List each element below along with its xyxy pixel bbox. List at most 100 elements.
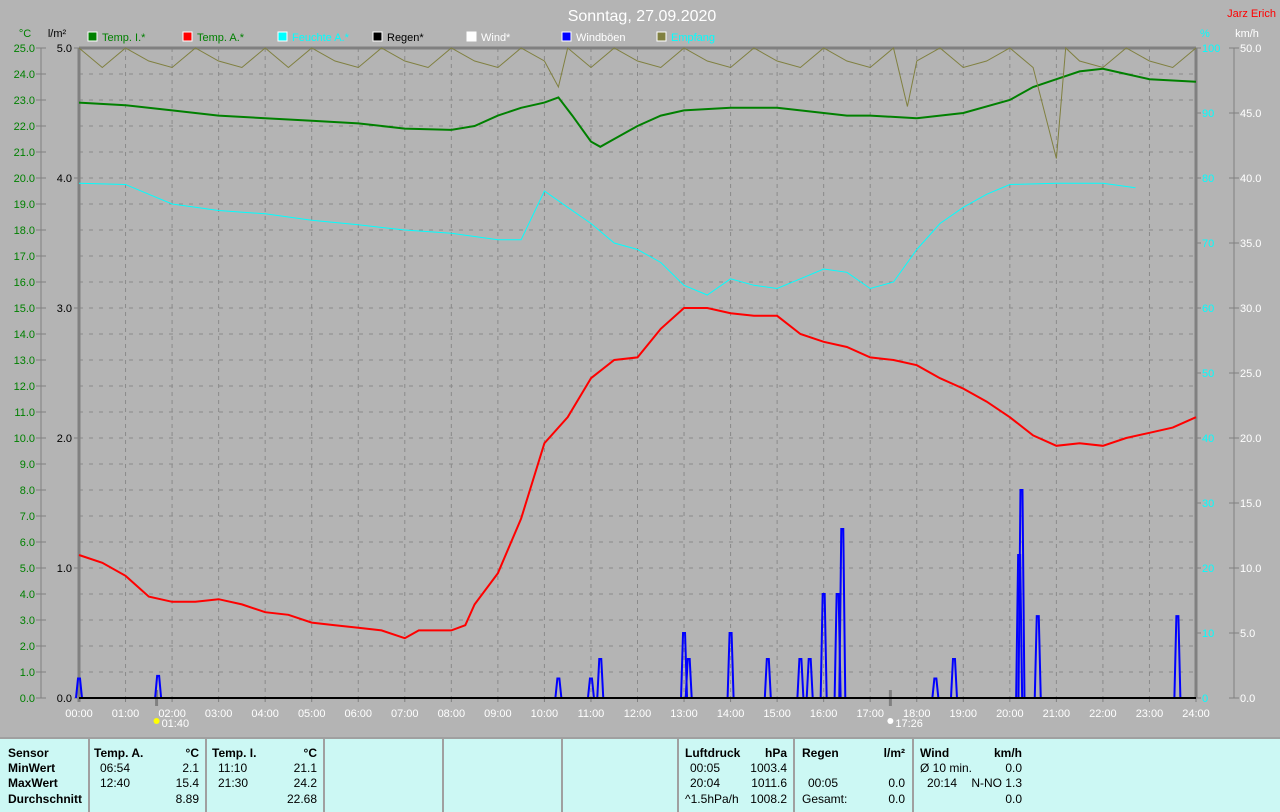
wind-tick-label: 45.0 xyxy=(1240,108,1261,120)
rain-unit: l/m² xyxy=(883,746,905,760)
legend-label: Empfang xyxy=(671,32,715,44)
temp-tick-label: 10.0 xyxy=(14,433,35,445)
temp-a-max-time: 12:40 xyxy=(100,776,131,790)
pressure-min: 1003.4 xyxy=(750,761,787,775)
pressure-unit: hPa xyxy=(764,746,787,760)
empty-column xyxy=(563,739,679,812)
legend-swatch xyxy=(656,31,667,42)
temp-i-min: 21.1 xyxy=(293,761,317,775)
temp-tick-label: 0.0 xyxy=(20,693,35,705)
sunrise-icon xyxy=(153,718,160,724)
pressure-max-time: 20:04 xyxy=(690,776,721,790)
temp-i-header: Temp. I. xyxy=(212,746,257,760)
pressure-trend: ^1.5hPa/h xyxy=(685,792,739,806)
rain-tick-label: 2.0 xyxy=(57,433,72,445)
legend-label: Windböen xyxy=(576,32,626,44)
chart-title: Sonntag, 27.09.2020 xyxy=(568,8,717,25)
x-tick-label: 14:00 xyxy=(717,708,745,720)
temp-i-unit: °C xyxy=(303,746,317,760)
temp-tick-label: 5.0 xyxy=(20,563,35,575)
temp-tick-label: 13.0 xyxy=(14,355,35,367)
legend-swatch xyxy=(561,31,572,42)
humidity-tick-label: 70 xyxy=(1202,238,1214,250)
humidity-axis-unit: % xyxy=(1200,28,1210,40)
humidity-tick-label: 30 xyxy=(1202,498,1214,510)
temp-tick-label: 1.0 xyxy=(20,667,35,679)
legend-swatch xyxy=(182,31,193,42)
avg-label: Durchschnitt xyxy=(8,792,83,806)
temp-tick-label: 6.0 xyxy=(20,537,35,549)
humidity-tick-label: 40 xyxy=(1202,433,1214,445)
x-tick-label: 09:00 xyxy=(484,708,512,720)
wind-last: 0.0 xyxy=(1005,792,1022,806)
wind-unit: km/h xyxy=(993,746,1022,760)
temp-tick-label: 9.0 xyxy=(20,459,35,471)
rain-tick-label: 4.0 xyxy=(57,173,72,185)
empty-column xyxy=(325,739,444,812)
x-tick-label: 07:00 xyxy=(391,708,419,720)
rain-total-label: Gesamt: xyxy=(802,792,848,806)
sensor-header: Sensor xyxy=(8,746,49,760)
temp-tick-label: 21.0 xyxy=(14,147,35,159)
x-tick-label: 22:00 xyxy=(1089,708,1117,720)
rain-tick-label: 0.0 xyxy=(57,693,72,705)
x-tick-label: 24:00 xyxy=(1182,708,1210,720)
temp-tick-label: 12.0 xyxy=(14,381,35,393)
summary-table: Sensor MinWert MaxWert Durchschnitt Temp… xyxy=(0,737,1280,812)
legend-swatch xyxy=(277,31,288,42)
wind-avg-label: Ø 10 min. xyxy=(920,761,973,775)
sunset-icon xyxy=(887,718,894,724)
wind-avg: 0.0 xyxy=(1005,761,1022,775)
legend-swatch xyxy=(372,31,383,42)
x-tick-label: 23:00 xyxy=(1136,708,1164,720)
x-tick-label: 03:00 xyxy=(205,708,233,720)
wind-tick-label: 0.0 xyxy=(1240,693,1255,705)
x-tick-label: 11:00 xyxy=(578,708,605,720)
humidity-tick-label: 100 xyxy=(1202,43,1220,55)
wind-tick-label: 35.0 xyxy=(1240,238,1261,250)
legend-label: Regen* xyxy=(387,32,424,44)
temp-a-min: 2.1 xyxy=(182,761,199,775)
temp-tick-label: 2.0 xyxy=(20,641,35,653)
temp-axis-unit: °C xyxy=(19,28,31,40)
temp-i-max-time: 21:30 xyxy=(218,776,249,790)
temp-tick-label: 20.0 xyxy=(14,173,35,185)
sunrise-time: 01:40 xyxy=(162,718,190,730)
humidity-tick-label: 0 xyxy=(1202,693,1208,705)
sunset-time: 17:26 xyxy=(895,718,923,730)
x-tick-label: 01:00 xyxy=(112,708,140,720)
legend-label: Wind* xyxy=(481,32,511,44)
x-tick-label: 17:00 xyxy=(856,708,884,720)
temp-tick-label: 15.0 xyxy=(14,303,35,315)
wind-max-time: 20:14 xyxy=(927,776,958,790)
pressure-avg: 1008.2 xyxy=(750,792,787,806)
rain-tick-label: 5.0 xyxy=(57,43,72,55)
x-tick-label: 13:00 xyxy=(670,708,698,720)
temp-tick-label: 24.0 xyxy=(14,69,35,81)
x-tick-label: 08:00 xyxy=(438,708,466,720)
wind-tick-label: 15.0 xyxy=(1240,498,1261,510)
temp-tick-label: 8.0 xyxy=(20,485,35,497)
x-tick-label: 19:00 xyxy=(950,708,978,720)
x-tick-label: 00:00 xyxy=(65,708,93,720)
temp-tick-label: 19.0 xyxy=(14,199,35,211)
temp-tick-label: 4.0 xyxy=(20,589,35,601)
temp-i-max: 24.2 xyxy=(293,776,317,790)
legend-label: Feuchte A.* xyxy=(292,32,350,44)
x-tick-label: 21:00 xyxy=(1043,708,1071,720)
rain-header: Regen xyxy=(802,746,839,760)
humidity-tick-label: 10 xyxy=(1202,628,1214,640)
rain-tick-label: 1.0 xyxy=(57,563,72,575)
wind-tick-label: 25.0 xyxy=(1240,368,1261,380)
wind-tick-label: 30.0 xyxy=(1240,303,1261,315)
x-tick-label: 05:00 xyxy=(298,708,326,720)
temp-a-header: Temp. A. xyxy=(94,746,144,760)
temp-tick-label: 23.0 xyxy=(14,95,35,107)
wind-tick-label: 50.0 xyxy=(1240,43,1261,55)
x-tick-label: 04:00 xyxy=(251,708,279,720)
x-tick-label: 20:00 xyxy=(996,708,1024,720)
temp-tick-label: 3.0 xyxy=(20,615,35,627)
wind-axis-unit: km/h xyxy=(1235,28,1259,40)
max-label: MaxWert xyxy=(8,776,58,790)
x-tick-label: 16:00 xyxy=(810,708,838,720)
